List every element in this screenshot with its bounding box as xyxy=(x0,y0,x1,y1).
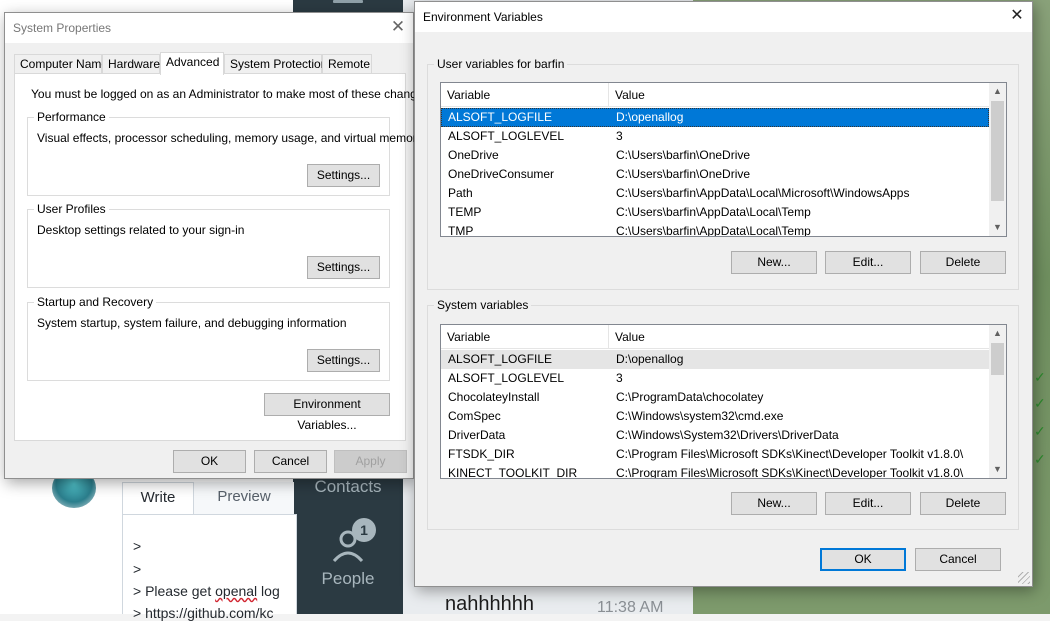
table-row[interactable]: FTSDK_DIR C:\Program Files\Microsoft SDKs… xyxy=(441,445,989,464)
column-header-variable[interactable]: Variable xyxy=(441,83,609,107)
scrollbar-thumb[interactable] xyxy=(991,343,1004,375)
table-row[interactable]: ALSOFT_LOGFILE D:\openallog xyxy=(441,108,989,127)
checkmark-icon: ✓ xyxy=(1034,369,1046,385)
people-badge: 1 xyxy=(352,518,376,542)
group-label: Performance xyxy=(34,110,109,124)
sidebar-contacts[interactable]: Contacts xyxy=(293,477,403,497)
system-edit-button[interactable]: Edit... xyxy=(825,492,911,515)
chat-message: nahhhhhh xyxy=(445,593,534,615)
user-variables-group: User variables for barfin Variable Value… xyxy=(427,57,1019,290)
startup-recovery-group: Startup and Recovery System startup, sys… xyxy=(27,295,390,381)
scrollbar-thumb[interactable] xyxy=(991,101,1004,201)
system-properties-window: System Properties ✕ Computer Name Hardwa… xyxy=(4,12,433,479)
advanced-tab-panel: You must be logged on as an Administrato… xyxy=(14,73,433,441)
resize-grip-icon[interactable] xyxy=(1018,572,1030,584)
close-icon[interactable]: ✕ xyxy=(1002,2,1032,32)
column-header-variable[interactable]: Variable xyxy=(441,325,609,349)
table-row[interactable]: TEMP C:\Users\barfin\AppData\Local\Temp xyxy=(441,203,989,222)
table-row[interactable]: OneDriveConsumer C:\Users\barfin\OneDrive xyxy=(441,165,989,184)
checkmark-icon: ✓ xyxy=(1034,395,1046,411)
editor-line: > Please get openal log xyxy=(133,583,280,599)
user-edit-button[interactable]: Edit... xyxy=(825,251,911,274)
table-row[interactable]: Path C:\Users\barfin\AppData\Local\Micros… xyxy=(441,184,989,203)
table-row[interactable]: OneDrive C:\Users\barfin\OneDrive xyxy=(441,146,989,165)
table-row[interactable]: DriverData C:\Windows\System32\Drivers\Dr… xyxy=(441,426,989,445)
sidebar-people[interactable]: People xyxy=(293,569,403,589)
editor-line: > https://github.com/kc xyxy=(133,605,274,621)
vertical-scrollbar[interactable]: ▲ ▼ xyxy=(989,83,1006,236)
list-header: Variable Value xyxy=(441,83,989,107)
admin-note: You must be logged on as an Administrato… xyxy=(31,87,433,101)
table-row[interactable]: ALSOFT_LOGFILE D:\openallog xyxy=(441,350,989,369)
startup-recovery-description: System startup, system failure, and debu… xyxy=(37,316,347,330)
chat-timestamp: 11:38 AM xyxy=(597,599,664,616)
list-rows: ALSOFT_LOGFILE D:\openallog ALSOFT_LOGLEV… xyxy=(441,350,989,478)
cancel-button[interactable]: Cancel xyxy=(254,450,327,473)
column-header-value[interactable]: Value xyxy=(609,83,989,107)
user-new-button[interactable]: New... xyxy=(731,251,817,274)
list-header: Variable Value xyxy=(441,325,989,349)
group-label: User variables for barfin xyxy=(434,57,568,71)
performance-description: Visual effects, processor scheduling, me… xyxy=(37,131,423,145)
apply-button[interactable]: Apply xyxy=(334,450,407,473)
title-bar[interactable]: System Properties ✕ xyxy=(5,13,413,43)
group-label: System variables xyxy=(434,298,532,312)
close-icon[interactable]: ✕ xyxy=(383,13,413,43)
table-row[interactable]: ComSpec C:\Windows\system32\cmd.exe xyxy=(441,407,989,426)
system-delete-button[interactable]: Delete xyxy=(920,492,1006,515)
scroll-down-icon[interactable]: ▼ xyxy=(989,461,1006,478)
user-profiles-description: Desktop settings related to your sign-in xyxy=(37,223,245,237)
tab-computer-name[interactable]: Computer Name xyxy=(14,54,108,74)
scroll-up-icon[interactable]: ▲ xyxy=(989,83,1006,100)
cancel-button[interactable]: Cancel xyxy=(915,548,1001,571)
system-new-button[interactable]: New... xyxy=(731,492,817,515)
table-row[interactable]: ChocolateyInstall C:\ProgramData\chocolat… xyxy=(441,388,989,407)
performance-settings-button[interactable]: Settings... xyxy=(307,164,380,187)
user-variables-list[interactable]: Variable Value ALSOFT_LOGFILE D:\openallo… xyxy=(440,82,1007,237)
comment-editor[interactable] xyxy=(122,514,297,614)
table-row[interactable]: ALSOFT_LOGLEVEL 3 xyxy=(441,369,989,388)
group-label: Startup and Recovery xyxy=(34,295,157,309)
ok-button[interactable]: OK xyxy=(820,548,906,571)
table-row[interactable]: KINECT_TOOLKIT_DIR C:\Program Files\Micro… xyxy=(441,464,989,478)
table-row[interactable]: TMP C:\Users\barfin\AppData\Local\Temp xyxy=(441,222,989,236)
column-header-value[interactable]: Value xyxy=(609,325,989,349)
tab-system-protection[interactable]: System Protection xyxy=(224,54,327,74)
environment-variables-window: Environment Variables ✕ User variables f… xyxy=(414,1,1033,587)
tab-write[interactable]: Write xyxy=(122,482,194,514)
title-bar[interactable]: Environment Variables ✕ xyxy=(415,2,1032,32)
window-title: System Properties xyxy=(13,21,112,35)
vertical-scrollbar[interactable]: ▲ ▼ xyxy=(989,325,1006,478)
editor-line: > xyxy=(133,538,142,554)
editor-tabs: Write Preview xyxy=(122,482,295,514)
tab-hardware[interactable]: Hardware xyxy=(102,54,160,74)
user-profiles-group: User Profiles Desktop settings related t… xyxy=(27,202,390,288)
system-variables-group: System variables Variable Value ALSOFT_L… xyxy=(427,298,1019,530)
hamburger-menu-icon[interactable] xyxy=(333,0,363,10)
scroll-down-icon[interactable]: ▼ xyxy=(989,219,1006,236)
tab-advanced[interactable]: Advanced xyxy=(160,52,224,75)
user-delete-button[interactable]: Delete xyxy=(920,251,1006,274)
user-profiles-settings-button[interactable]: Settings... xyxy=(307,256,380,279)
checkmark-icon: ✓ xyxy=(1034,423,1046,439)
tab-preview[interactable]: Preview xyxy=(194,482,294,514)
environment-variables-button[interactable]: Environment Variables... xyxy=(264,393,390,432)
table-row[interactable]: ALSOFT_LOGLEVEL 3 xyxy=(441,127,989,146)
tab-remote[interactable]: Remote xyxy=(322,54,372,74)
checkmark-icon: ✓ xyxy=(1034,451,1046,467)
performance-group: Performance Visual effects, processor sc… xyxy=(27,110,423,196)
scroll-up-icon[interactable]: ▲ xyxy=(989,325,1006,342)
startup-recovery-settings-button[interactable]: Settings... xyxy=(307,349,380,372)
ok-button[interactable]: OK xyxy=(173,450,246,473)
window-title: Environment Variables xyxy=(423,10,543,24)
list-rows: ALSOFT_LOGFILE D:\openallog ALSOFT_LOGLEV… xyxy=(441,108,989,236)
system-variables-list[interactable]: Variable Value ALSOFT_LOGFILE D:\openallo… xyxy=(440,324,1007,479)
editor-line: > xyxy=(133,561,142,577)
group-label: User Profiles xyxy=(34,202,109,216)
